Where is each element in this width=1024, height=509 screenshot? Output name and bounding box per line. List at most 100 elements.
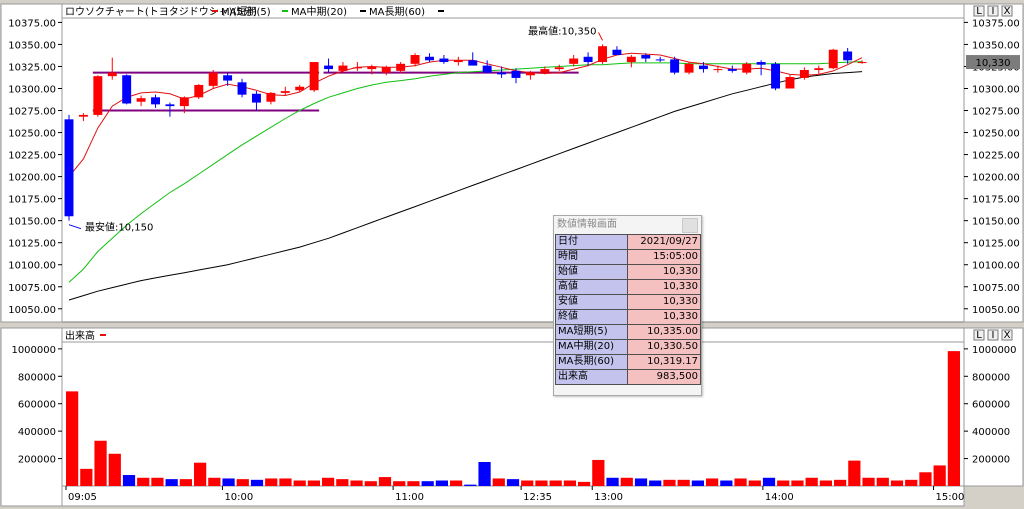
price-tick-label: 10100.00 (972, 261, 1020, 272)
info-row: 高値 10,330 (555, 279, 701, 295)
volume-bar (876, 477, 889, 486)
price-tick-label-left: 10050.00 (8, 305, 56, 316)
candle-body (338, 65, 348, 71)
candle-body (771, 63, 781, 89)
candle-body (468, 60, 478, 66)
volume-bar (535, 480, 548, 486)
volume-bar (293, 480, 306, 486)
volume-bar (250, 479, 264, 486)
info-row-label: 日付 (555, 234, 628, 250)
volume-title-strip (61, 327, 965, 343)
candle-body (482, 65, 492, 73)
candle-body (107, 72, 117, 77)
volume-bar (819, 480, 832, 486)
price-axis-area (963, 3, 1024, 323)
volume-bar (279, 478, 292, 486)
price-tick-label: 10050.00 (972, 305, 1020, 316)
price-tick-label: 10125.00 (972, 239, 1020, 250)
chart-window: L L I I X X 10050.00 10050.00 10075.00 10075.00 10… (0, 0, 1024, 509)
volume-bar (407, 481, 420, 486)
volume-bar (492, 478, 505, 486)
candle-body (756, 62, 766, 65)
price-tick-label-left: 10275.00 (8, 107, 56, 118)
price-tick-label-left: 10200.00 (8, 173, 56, 184)
info-row-label: MA中期(20) (555, 339, 628, 355)
volume-bar (151, 477, 164, 486)
info-row-value: 983,500 (627, 369, 701, 385)
time-tick-label: 09:05 (68, 492, 97, 503)
price-tick-label: 10350.00 (972, 40, 1020, 51)
candle-body (641, 55, 651, 59)
candle-body (425, 56, 434, 61)
volume-bar (649, 480, 662, 486)
volume-bar (620, 477, 633, 486)
candle-body (727, 69, 737, 71)
time-axis-strip (61, 485, 965, 507)
info-row-value: 15:05:00 (627, 249, 701, 265)
volume-bar (222, 478, 235, 486)
info-row-value: 10,330 (627, 309, 701, 325)
info-row-label: MA長期(60) (555, 354, 628, 370)
price-tick-label: 10150.00 (972, 217, 1020, 228)
info-row: 始値 10,330 (555, 264, 701, 280)
price-tick-label-left: 10075.00 (8, 283, 56, 294)
volume-bar (706, 478, 719, 486)
time-tick-label: 14:00 (765, 492, 794, 503)
candle-body (64, 119, 74, 217)
volume-bar (464, 484, 477, 486)
volume-bar (94, 440, 107, 486)
current-price-label: 10,330 (976, 58, 1011, 69)
volume-bar (734, 478, 747, 486)
volume-bar (236, 479, 249, 486)
window-button-glyph: I (992, 6, 995, 17)
candle-body (410, 55, 420, 64)
legend-label: MA中期(20) (291, 5, 347, 18)
info-row: MA中期(20) 10,330.50 (555, 339, 701, 355)
price-tick-label-left: 10225.00 (8, 151, 56, 162)
volume-bar (663, 479, 676, 486)
volume-tick-label-left: 400000 (18, 427, 56, 438)
volume-bar (862, 477, 875, 486)
candle-body (598, 46, 607, 63)
info-panel-close-button[interactable] (682, 218, 698, 233)
time-tick-label: 12:35 (523, 492, 552, 503)
info-row-value: 10,330 (627, 279, 701, 295)
candlestick-chart[interactable]: LLIIXX10050.0010050.0010075.0010075.0010… (0, 0, 1024, 509)
candle-body (251, 93, 261, 103)
info-row: 時間 15:05:00 (555, 249, 701, 265)
info-row: 日付 2021/09/27 (555, 234, 701, 250)
candle-body (122, 75, 132, 104)
info-panel-title[interactable]: 数値情報画面 (554, 216, 701, 234)
price-tick-label: 10075.00 (972, 283, 1020, 294)
candle-body (655, 59, 665, 61)
candle-body (670, 59, 680, 73)
candle-body (857, 62, 867, 64)
legend-label: MA長期(60) (369, 6, 425, 18)
candle-body (698, 65, 708, 70)
volume-chart-title: 出来高 (65, 329, 95, 342)
info-row: 出来高 983,500 (555, 369, 701, 385)
time-tick-label: 10:00 (224, 492, 253, 503)
volume-bar (549, 480, 562, 486)
price-tick-label-left: 10375.00 (8, 18, 56, 29)
candle-body (814, 68, 824, 70)
volume-bar (122, 475, 136, 486)
annotation-high: 最高値:10,350 (528, 24, 596, 37)
price-tick-label-left: 10125.00 (8, 239, 56, 250)
volume-tick-label-left: 800000 (18, 372, 56, 383)
candle-body (194, 84, 204, 98)
info-table: 日付 2021/09/27 時間 15:05:00 始値 10,330 高値 10,330 安値… (555, 234, 701, 385)
volume-bar (805, 477, 818, 486)
numeric-info-panel[interactable]: 数値情報画面 日付 2021/09/27 時間 15:05:00 始値 10,330 高値 1… (553, 215, 702, 396)
candle-body (78, 114, 88, 117)
volume-bar (933, 465, 946, 486)
info-row-value: 10,330.50 (627, 339, 701, 355)
info-row-value: 10,330 (627, 294, 701, 310)
volume-bar (265, 478, 278, 486)
candle-body (309, 62, 319, 91)
candle-body (742, 63, 752, 73)
volume-tick-label: 200000 (972, 455, 1010, 466)
volume-bar (848, 460, 861, 486)
info-panel-title-text: 数値情報画面 (557, 219, 617, 230)
price-tick-label: 10375.00 (972, 18, 1020, 29)
